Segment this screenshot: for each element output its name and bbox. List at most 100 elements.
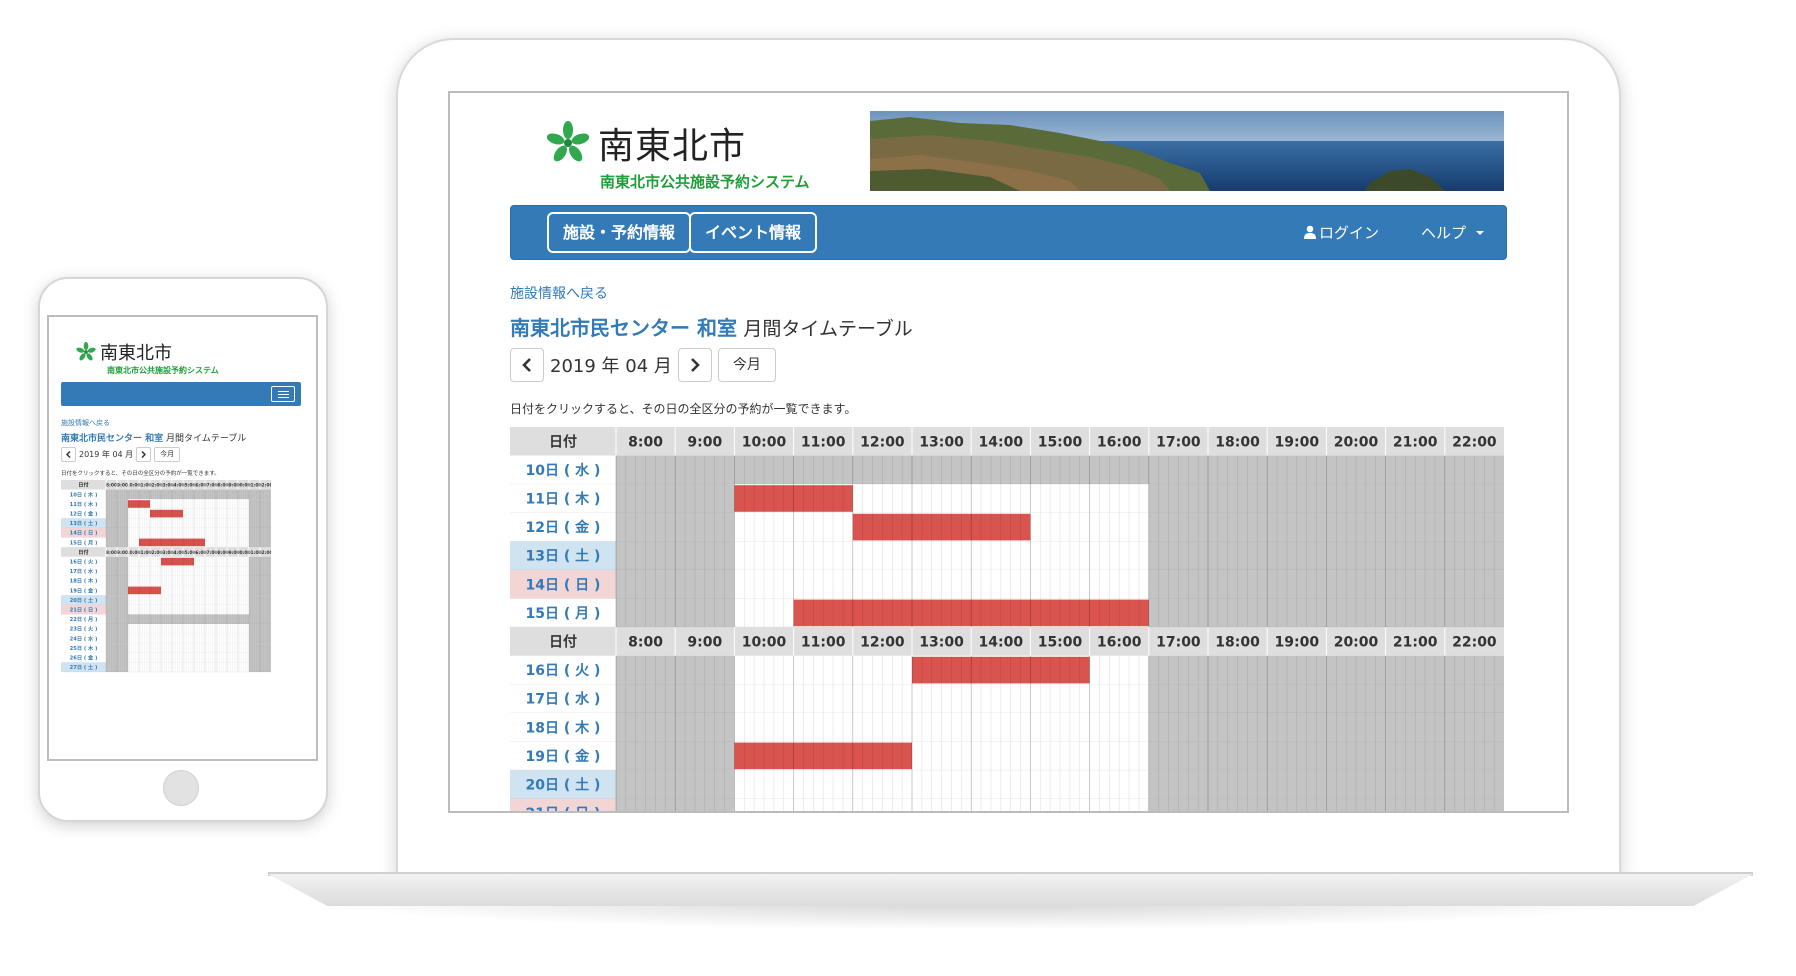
date-link[interactable]: 12日 ( 金 ) — [526, 519, 601, 536]
hour-header-1100: 11:00 — [801, 434, 846, 450]
current-month: 2019 年 04 月 — [550, 356, 672, 377]
date-link[interactable]: 26日 ( 金 ) — [70, 653, 98, 661]
coast-landscape-image — [870, 111, 1504, 191]
date-link[interactable]: 16日 ( 火 ) — [526, 663, 601, 679]
hour-header-800: 8:00 — [628, 434, 663, 450]
date-link[interactable]: 13日 ( 土 ) — [70, 519, 98, 527]
stage: 南東北市 南東北市公共施設予約システム 施設・予約情報 イベント情報 ログイン … — [0, 0, 1796, 976]
laptop-base — [268, 874, 1753, 906]
hour-header-2100: 21:00 — [1393, 434, 1438, 450]
date-link[interactable]: 13日 ( 土 ) — [526, 548, 601, 565]
hour-header-1300: 13:00 — [919, 434, 964, 450]
date-link[interactable]: 11日 ( 木 ) — [70, 500, 98, 508]
date-link[interactable]: 21日 ( 日 ) — [526, 806, 601, 811]
phone-next-month-button[interactable] — [136, 447, 152, 462]
hour-header-1800: 18:00 — [1215, 434, 1260, 450]
timetable-grid: 日付 8:00 9:00 10:00 11:00 12:00 13:00 14:00 15:00… — [510, 427, 1504, 811]
date-link[interactable]: 18日 ( 木 ) — [526, 719, 601, 736]
date-link[interactable]: 25日 ( 木 ) — [70, 644, 98, 652]
date-link[interactable]: 20日 ( 土 ) — [526, 777, 601, 794]
hour-header-1500: 15:00 — [1038, 434, 1083, 450]
next-month-button[interactable] — [677, 348, 712, 382]
hour-header-1100: 11:00 — [801, 635, 846, 651]
page-title: 南東北市民センター 和室 月間タイムテーブル — [510, 312, 913, 341]
chevron-right-icon — [690, 358, 700, 372]
phone-timetable-grid: 日付 8:00 9:0010:0011:0012:0013:0014:0015:00… — [61, 480, 271, 673]
date-link[interactable]: 24日 ( 水 ) — [70, 634, 98, 642]
nav-facilities-button[interactable]: 施設・予約情報 — [547, 212, 692, 253]
hour-header-800: 8:00 — [106, 483, 117, 489]
hour-header-2200: 22:00 — [1452, 635, 1497, 651]
site-header: 南東北市 南東北市公共施設予約システム — [510, 111, 1505, 191]
hour-header-1400: 14:00 — [979, 434, 1024, 450]
prev-month-button[interactable] — [510, 348, 544, 382]
phone-screen: 南東北市 南東北市公共施設予約システム 施設情報へ戻る 南東北市民センター 和室… — [47, 315, 318, 761]
date-link[interactable]: 18日 ( 木 ) — [70, 577, 98, 585]
date-link[interactable]: 14日 ( 日 ) — [70, 530, 98, 537]
phone-navbar — [61, 382, 301, 406]
caret-down-icon — [1475, 231, 1484, 235]
date-link[interactable]: 17日 ( 水 ) — [70, 567, 98, 575]
date-link[interactable]: 17日 ( 水 ) — [526, 691, 601, 708]
date-link[interactable]: 16日 ( 火 ) — [70, 558, 98, 565]
phone-facility-name: 南東北市民センター 和室 — [61, 434, 164, 444]
main-navbar: 施設・予約情報 イベント情報 ログイン ヘルプ — [510, 205, 1507, 260]
hour-header-1800: 18:00 — [1215, 635, 1260, 651]
phone-current-month: 2019 年 04 月 — [79, 450, 134, 459]
month-navigation: 2019 年 04 月 今月 — [510, 348, 776, 382]
hour-header-2100: 21:00 — [1393, 635, 1438, 651]
hour-header-1400: 14:00 — [979, 635, 1024, 651]
date-column-header: 日付 — [78, 548, 89, 556]
date-link[interactable]: 15日 ( 月 ) — [70, 538, 98, 546]
date-link[interactable]: 15日 ( 月 ) — [526, 606, 601, 622]
laptop-screen: 南東北市 南東北市公共施設予約システム 施設・予約情報 イベント情報 ログイン … — [448, 91, 1569, 813]
date-link[interactable]: 10日 ( 水 ) — [526, 462, 601, 479]
date-column-header: 日付 — [549, 433, 577, 450]
user-icon — [1304, 225, 1316, 239]
date-link[interactable]: 14日 ( 日 ) — [526, 577, 601, 593]
date-link[interactable]: 27日 ( 土 ) — [70, 663, 98, 671]
back-to-facility-link[interactable]: 施設情報へ戻る — [510, 283, 608, 303]
phone-timetable-hint: 日付をクリックすると、その日の全区分の予約が一覧できます。 — [61, 471, 220, 477]
hour-header-2000: 20:00 — [1334, 434, 1379, 450]
date-link[interactable]: 21日 ( 日 ) — [70, 606, 98, 613]
help-dropdown[interactable]: ヘルプ — [1421, 222, 1485, 243]
hour-header-1700: 17:00 — [1156, 635, 1201, 651]
date-link[interactable]: 19日 ( 金 ) — [526, 748, 601, 765]
this-month-button[interactable]: 今月 — [717, 348, 776, 382]
date-link[interactable]: 22日 ( 月 ) — [70, 615, 98, 623]
date-link[interactable]: 19日 ( 金 ) — [70, 586, 98, 594]
date-column-header: 日付 — [78, 481, 89, 489]
chevron-left-icon — [522, 358, 531, 372]
hour-header-800: 8:00 — [628, 635, 663, 651]
clover-logo-icon — [546, 121, 590, 162]
hour-header-1000: 10:00 — [742, 434, 787, 450]
hour-header-1200: 12:00 — [860, 434, 905, 450]
hour-header-900: 9:00 — [687, 635, 722, 651]
login-link[interactable]: ログイン — [1303, 222, 1379, 243]
clover-logo-icon — [76, 341, 96, 361]
date-link[interactable]: 12日 ( 金 ) — [70, 509, 98, 517]
hamburger-menu-icon[interactable] — [271, 386, 295, 402]
phone-back-link[interactable]: 施設情報へ戻る — [61, 418, 110, 428]
hour-header-1200: 12:00 — [860, 635, 905, 651]
phone-site-logo[interactable]: 南東北市 — [75, 339, 172, 365]
date-column-header: 日付 — [549, 634, 577, 651]
title-suffix: 月間タイムテーブル — [743, 318, 913, 340]
logo-subtitle: 南東北市公共施設予約システム — [600, 173, 810, 191]
nav-events-button[interactable]: イベント情報 — [689, 212, 818, 253]
site-logo[interactable]: 南東北市 — [544, 117, 746, 169]
hour-header-2000: 20:00 — [1334, 635, 1379, 651]
date-link[interactable]: 20日 ( 土 ) — [70, 596, 98, 604]
hour-header-900: 9:00 — [687, 434, 722, 450]
hour-header-1600: 16:00 — [1097, 434, 1142, 450]
date-link[interactable]: 11日 ( 木 ) — [526, 491, 601, 508]
facility-name: 南東北市民センター 和室 — [510, 316, 737, 340]
hour-header-1900: 19:00 — [1275, 434, 1320, 450]
phone-prev-month-button[interactable] — [61, 447, 76, 462]
phone-this-month-button[interactable]: 今月 — [154, 447, 181, 462]
phone-monthly-timetable: 日付 8:00 9:00 10:00 11:00 12:00 13:00 14:00 15:00… — [61, 480, 271, 759]
monthly-timetable: 日付 8:00 9:00 10:00 11:00 12:00 13:00 14:00 15:00… — [510, 427, 1504, 811]
date-link[interactable]: 23日 ( 火 ) — [70, 626, 98, 633]
date-link[interactable]: 10日 ( 木 ) — [70, 490, 98, 498]
